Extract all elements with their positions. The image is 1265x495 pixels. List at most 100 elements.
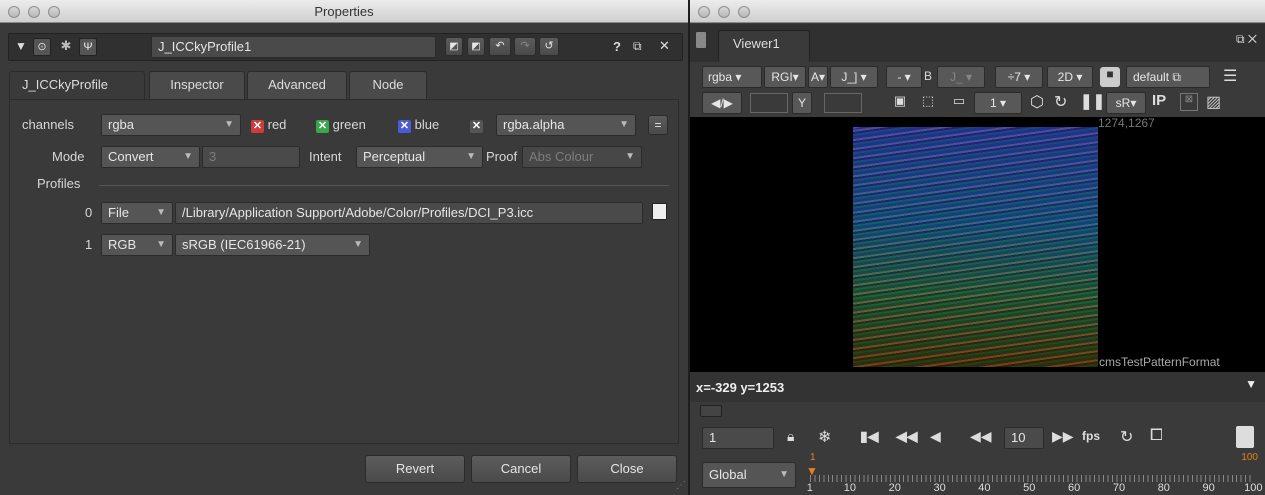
close-button[interactable]: Close: [577, 455, 677, 483]
revert-node-icon[interactable]: ↺: [539, 37, 559, 56]
timeline-ruler[interactable]: 1 ▼ 100 1 10 20 30 40 50 60 70 80 90 100: [806, 452, 1262, 495]
node-name-input[interactable]: J_ICCkyProfile1: [151, 36, 436, 58]
overlay-icon[interactable]: ⊠: [1180, 93, 1198, 111]
profile-1-value-dropdown[interactable]: sRGB (IEC61966-21) ▼: [175, 234, 370, 256]
alpha-channel-toggle[interactable]: ✕: [470, 117, 483, 133]
color-swatch-icon[interactable]: ◩: [445, 37, 463, 56]
proof-label: Proof: [486, 149, 518, 164]
collapse-icon[interactable]: ▼: [15, 39, 27, 53]
revert-button[interactable]: Revert: [365, 455, 465, 483]
green-channel-toggle[interactable]: ✕ green: [316, 117, 366, 133]
mode-2d-dropdown[interactable]: 2D ▾: [1047, 66, 1093, 88]
downscale-dropdown[interactable]: 1 ▾: [974, 92, 1022, 114]
tab-inspector[interactable]: Inspector: [149, 71, 245, 99]
wipe-mode-dropdown[interactable]: - ▾: [886, 66, 922, 88]
proxy-icon[interactable]: ⬚: [916, 93, 940, 113]
mode-2d-value: 2D: [1057, 70, 1073, 84]
snowflake-icon[interactable]: ❄: [818, 427, 831, 447]
pause-update-icon[interactable]: ⬡: [1030, 92, 1044, 112]
current-frame-input[interactable]: 1: [702, 427, 774, 449]
colorspace-dropdown[interactable]: sR▾: [1106, 92, 1146, 114]
bug-icon[interactable]: ✱: [57, 38, 75, 56]
chevron-down-icon: ▼: [183, 151, 193, 162]
settings-icon[interactable]: ☰: [1223, 66, 1237, 86]
rgb-dropdown[interactable]: RGI▾: [764, 66, 806, 88]
first-frame-icon[interactable]: ▮◀: [860, 428, 878, 445]
profile-0-type-dropdown[interactable]: File ▼: [101, 202, 173, 224]
resize-grip-icon[interactable]: ⋰: [676, 480, 686, 491]
alpha-channel-dropdown[interactable]: rgba.alpha ▼: [496, 114, 636, 136]
tab-advanced[interactable]: Advanced: [247, 71, 347, 99]
channels-dropdown[interactable]: rgba ▾: [702, 66, 762, 88]
blue-label: blue: [414, 117, 440, 132]
viewer-titlebar: [690, 0, 1265, 23]
ruler-tick-label: 50: [1023, 482, 1036, 494]
wrench-icon[interactable]: Ψ: [79, 38, 97, 56]
lock-icon[interactable]: 🔒︎: [787, 428, 794, 445]
intent-dropdown[interactable]: Perceptual ▼: [356, 146, 483, 168]
info-menu-icon[interactable]: ▼: [1245, 377, 1257, 391]
undo-icon[interactable]: ↶: [489, 37, 511, 56]
y-toggle[interactable]: Y: [792, 92, 812, 114]
window-title: Properties: [314, 4, 374, 19]
monitor-icon[interactable]: ▭: [948, 93, 970, 113]
channels-link-button[interactable]: =: [648, 115, 668, 135]
timeline-toggle-icon[interactable]: [700, 405, 722, 417]
channels-dropdown[interactable]: rgba ▼: [101, 114, 241, 136]
input-b-dropdown[interactable]: J_ ▾: [937, 66, 985, 88]
float-panel-icon[interactable]: ⧉: [633, 39, 642, 54]
tab-viewer1[interactable]: Viewer1: [718, 30, 810, 62]
roi-icon[interactable]: ▣: [890, 93, 910, 113]
prev-keyframe-icon[interactable]: ◀◀: [896, 428, 918, 445]
frame-step-input[interactable]: 10: [1004, 427, 1044, 449]
stripes-icon[interactable]: ▨: [1206, 92, 1221, 112]
play-mode-icon[interactable]: ⧠: [1150, 427, 1163, 445]
refresh-icon[interactable]: ↻: [1054, 92, 1067, 112]
gain-dropdown[interactable]: ÷7 ▾: [995, 66, 1043, 88]
info-bar: x=-329 y=1253 ▼: [690, 372, 1265, 402]
input-a-dropdown[interactable]: J_] ▾: [830, 66, 878, 88]
camera-icon[interactable]: ■: [1100, 67, 1120, 87]
proof-dropdown[interactable]: Abs Colour ▼: [522, 146, 642, 168]
step-back-icon[interactable]: ◀: [930, 428, 941, 445]
mode-dropdown[interactable]: Convert ▼: [101, 146, 200, 168]
color-swatch-2-icon[interactable]: ◩: [467, 37, 485, 56]
tab-node[interactable]: Node: [349, 71, 427, 99]
jump-forward-icon[interactable]: ▶▶: [1052, 428, 1074, 445]
jump-back-icon[interactable]: ◀◀: [970, 428, 992, 445]
frame-range-toggle[interactable]: ◀/▶: [702, 92, 742, 114]
profiles-divider: [99, 185, 669, 186]
zoom-window-icon[interactable]: [738, 6, 750, 18]
loop-icon[interactable]: ↻: [1120, 427, 1133, 447]
ruler-tick-label: 40: [978, 482, 991, 494]
help-icon[interactable]: ?: [613, 39, 621, 54]
gain-slider[interactable]: [750, 93, 788, 113]
cancel-button[interactable]: Cancel: [471, 455, 571, 483]
file-browser-icon[interactable]: [652, 203, 667, 220]
timeline-scale-icon[interactable]: [1236, 426, 1254, 448]
green-label: green: [332, 117, 366, 132]
viewer-toggle-icon[interactable]: ⊙: [33, 38, 51, 56]
float-close-panel-icon[interactable]: ⧉ ✕: [1236, 32, 1257, 47]
range-dropdown[interactable]: Global ▼: [702, 462, 796, 488]
red-channel-toggle[interactable]: ✕ red: [251, 117, 286, 133]
viewport[interactable]: 1274,1267 cmsTestPatternFormat: [690, 116, 1265, 372]
minimize-window-icon[interactable]: [718, 6, 730, 18]
alpha-value: A: [810, 70, 819, 84]
chevron-down-icon: ▼: [156, 207, 166, 218]
ruler-tick-label: 60: [1068, 482, 1081, 494]
lut-dropdown[interactable]: default ⧉: [1126, 66, 1210, 88]
gamma-slider[interactable]: [824, 93, 862, 113]
input-process-toggle[interactable]: IP: [1152, 92, 1166, 109]
redo-icon[interactable]: ↷: [514, 37, 536, 56]
alpha-dropdown[interactable]: A▾: [808, 66, 828, 88]
close-panel-icon[interactable]: ✕: [659, 38, 670, 54]
profile-0-path-input[interactable]: /Library/Application Support/Adobe/Color…: [175, 202, 643, 224]
panel-menu-icon[interactable]: [696, 32, 706, 48]
blue-channel-toggle[interactable]: ✕ blue: [398, 117, 439, 133]
pause-icon[interactable]: ❚❚: [1080, 92, 1105, 110]
mode-number-input[interactable]: 3: [202, 146, 300, 168]
tab-j-icckyprofile[interactable]: J_ICCkyProfile: [9, 71, 145, 100]
profile-1-type-dropdown[interactable]: RGB ▼: [101, 234, 173, 256]
close-window-icon[interactable]: [698, 6, 710, 18]
